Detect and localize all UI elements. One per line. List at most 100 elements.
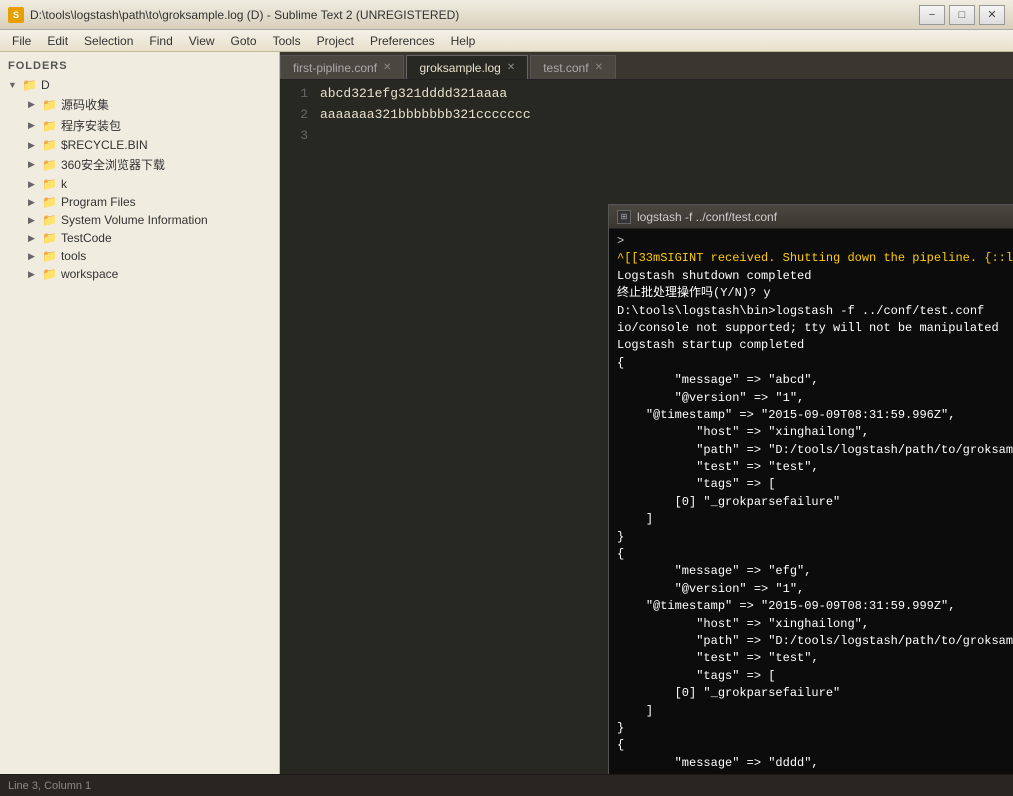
tab-label: groksample.log: [419, 61, 500, 75]
code-lines: 1abcd321efg321dddd321aaaa2aaaaaaa321bbbb…: [280, 84, 1013, 146]
menu-item-selection[interactable]: Selection: [76, 30, 141, 51]
menu-item-preferences[interactable]: Preferences: [362, 30, 443, 51]
menu-item-view[interactable]: View: [181, 30, 223, 51]
sidebar-item[interactable]: ▶📁Program Files: [0, 193, 279, 211]
sidebar-item[interactable]: ▶📁k: [0, 175, 279, 193]
status-bar: Line 3, Column 1: [0, 774, 1013, 796]
terminal-content[interactable]: >^[[33mSIGINT received. Shutting down th…: [609, 229, 1013, 774]
menu-item-edit[interactable]: Edit: [39, 30, 76, 51]
sidebar-item[interactable]: ▶📁TestCode: [0, 229, 279, 247]
menu-item-file[interactable]: File: [4, 30, 39, 51]
tab-first-pipline-conf[interactable]: first-pipline.conf ✕: [280, 55, 404, 79]
terminal-line: "path" => "D:/tools/logstash/path/to/gro…: [617, 442, 1013, 459]
title-bar: S D:\tools\logstash\path\to\groksample.l…: [0, 0, 1013, 30]
menu-item-find[interactable]: Find: [141, 30, 180, 51]
terminal-line: "host" => "xinghailong",: [617, 616, 1013, 633]
sidebar-item-label: TestCode: [61, 231, 112, 245]
sidebar-item[interactable]: ▶📁 360安全浏览器下载: [0, 154, 279, 175]
menu-item-goto[interactable]: Goto: [223, 30, 265, 51]
terminal-line: {: [617, 355, 1013, 372]
menu-item-project[interactable]: Project: [309, 30, 362, 51]
terminal-line: [0] "_grokparsefailure": [617, 494, 1013, 511]
sidebar-root-label: D: [41, 78, 50, 92]
arrow-icon: ▶: [28, 215, 40, 226]
line-content: abcd321efg321dddd321aaaa: [320, 84, 507, 105]
folder-icon: 📁: [42, 177, 57, 191]
minimize-button[interactable]: −: [919, 5, 945, 25]
code-line: 1abcd321efg321dddd321aaaa: [280, 84, 1013, 105]
tab-close-icon[interactable]: ✕: [383, 62, 391, 73]
sidebar-item-label: 源码收集: [61, 96, 109, 113]
terminal-line: Logstash startup completed: [617, 337, 1013, 354]
terminal-line: >: [617, 233, 1013, 250]
main-layout: FOLDERS ▼ 📁 D ▶📁源码收集▶📁程序安装包▶📁$RECYCLE.BI…: [0, 52, 1013, 774]
line-number: 2: [280, 105, 320, 126]
menu-item-help[interactable]: Help: [443, 30, 484, 51]
terminal-line: 终止批处理操作吗(Y/N)? y: [617, 285, 1013, 302]
tab-close-icon[interactable]: ✕: [507, 62, 515, 73]
terminal-line: [0] "_grokparsefailure": [617, 685, 1013, 702]
terminal-line: "tags" => [: [617, 668, 1013, 685]
folder-icon: 📁: [42, 98, 57, 112]
arrow-icon: ▶: [28, 197, 40, 208]
menu-bar: FileEditSelectionFindViewGotoToolsProjec…: [0, 30, 1013, 52]
terminal-line: ]: [617, 511, 1013, 528]
close-button[interactable]: ✕: [979, 5, 1005, 25]
status-text: Line 3, Column 1: [8, 780, 91, 792]
terminal-line: ^[[33mSIGINT received. Shutting down the…: [617, 250, 1013, 267]
arrow-icon: ▶: [28, 159, 40, 170]
terminal-line: ]: [617, 703, 1013, 720]
arrow-icon: ▶: [28, 269, 40, 280]
menu-item-tools[interactable]: Tools: [265, 30, 309, 51]
tab-test-conf[interactable]: test.conf ✕: [530, 55, 616, 79]
sidebar-item[interactable]: ▶📁程序安装包: [0, 115, 279, 136]
sidebar-item[interactable]: ▶📁 tools: [0, 247, 279, 265]
terminal-line: Logstash shutdown completed: [617, 268, 1013, 285]
sidebar-item-label: $RECYCLE.BIN: [61, 138, 148, 152]
sidebar-root[interactable]: ▼ 📁 D: [0, 76, 279, 94]
sidebar-item-label: 360安全浏览器下载: [61, 156, 165, 173]
terminal-line: {: [617, 546, 1013, 563]
tab-close-icon[interactable]: ✕: [595, 62, 603, 73]
sidebar-item[interactable]: ▶📁System Volume Information: [0, 211, 279, 229]
terminal-icon: ⊞: [617, 210, 631, 224]
terminal-line: "@version" => "1",: [617, 581, 1013, 598]
arrow-icon: ▼: [8, 80, 20, 90]
tab-label: test.conf: [543, 61, 588, 75]
arrow-icon: ▶: [28, 140, 40, 151]
app-icon: S: [8, 7, 24, 23]
folder-icon: 📁: [42, 249, 57, 263]
terminal-line: "message" => "dddd",: [617, 755, 1013, 772]
terminal-line: "path" => "D:/tools/logstash/path/to/gro…: [617, 633, 1013, 650]
arrow-icon: ▶: [28, 99, 40, 110]
terminal-overlay: ⊞ logstash -f ../conf/test.conf − □ ✕ >^…: [608, 204, 1013, 774]
terminal-line: }: [617, 720, 1013, 737]
terminal-line: io/console not supported; tty will not b…: [617, 320, 1013, 337]
line-content: aaaaaaa321bbbbbbb321ccccccc: [320, 105, 531, 126]
terminal-titlebar: ⊞ logstash -f ../conf/test.conf − □ ✕: [609, 205, 1013, 229]
sidebar-item[interactable]: ▶📁 workspace: [0, 265, 279, 283]
sidebar-items-container: ▶📁源码收集▶📁程序安装包▶📁$RECYCLE.BIN▶📁360安全浏览器下载▶…: [0, 94, 279, 283]
folder-icon: 📁: [42, 195, 57, 209]
folder-icon: 📁: [22, 78, 37, 92]
maximize-button[interactable]: □: [949, 5, 975, 25]
sidebar-item[interactable]: ▶📁 源码收集: [0, 94, 279, 115]
terminal-line: "test" => "test",: [617, 650, 1013, 667]
folder-icon: 📁: [42, 158, 57, 172]
sidebar-item[interactable]: ▶📁$RECYCLE.BIN: [0, 136, 279, 154]
terminal-line: "@version" => "1",: [617, 772, 1013, 774]
folder-icon: 📁: [42, 267, 57, 281]
arrow-icon: ▶: [28, 120, 40, 131]
window-controls: − □ ✕: [919, 5, 1005, 25]
sidebar-item-label: workspace: [61, 267, 118, 281]
terminal-line: "test" => "test",: [617, 459, 1013, 476]
arrow-icon: ▶: [28, 251, 40, 262]
terminal-title: logstash -f ../conf/test.conf: [637, 210, 1013, 224]
sidebar-item-label: tools: [61, 249, 86, 263]
terminal-line: "message" => "efg",: [617, 563, 1013, 580]
tab-label: first-pipline.conf: [293, 61, 377, 75]
tabs-bar: first-pipline.conf✕groksample.log✕test.c…: [280, 52, 1013, 80]
line-number: 3: [280, 126, 320, 147]
tab-groksample-log[interactable]: groksample.log ✕: [406, 55, 528, 79]
arrow-icon: ▶: [28, 233, 40, 244]
